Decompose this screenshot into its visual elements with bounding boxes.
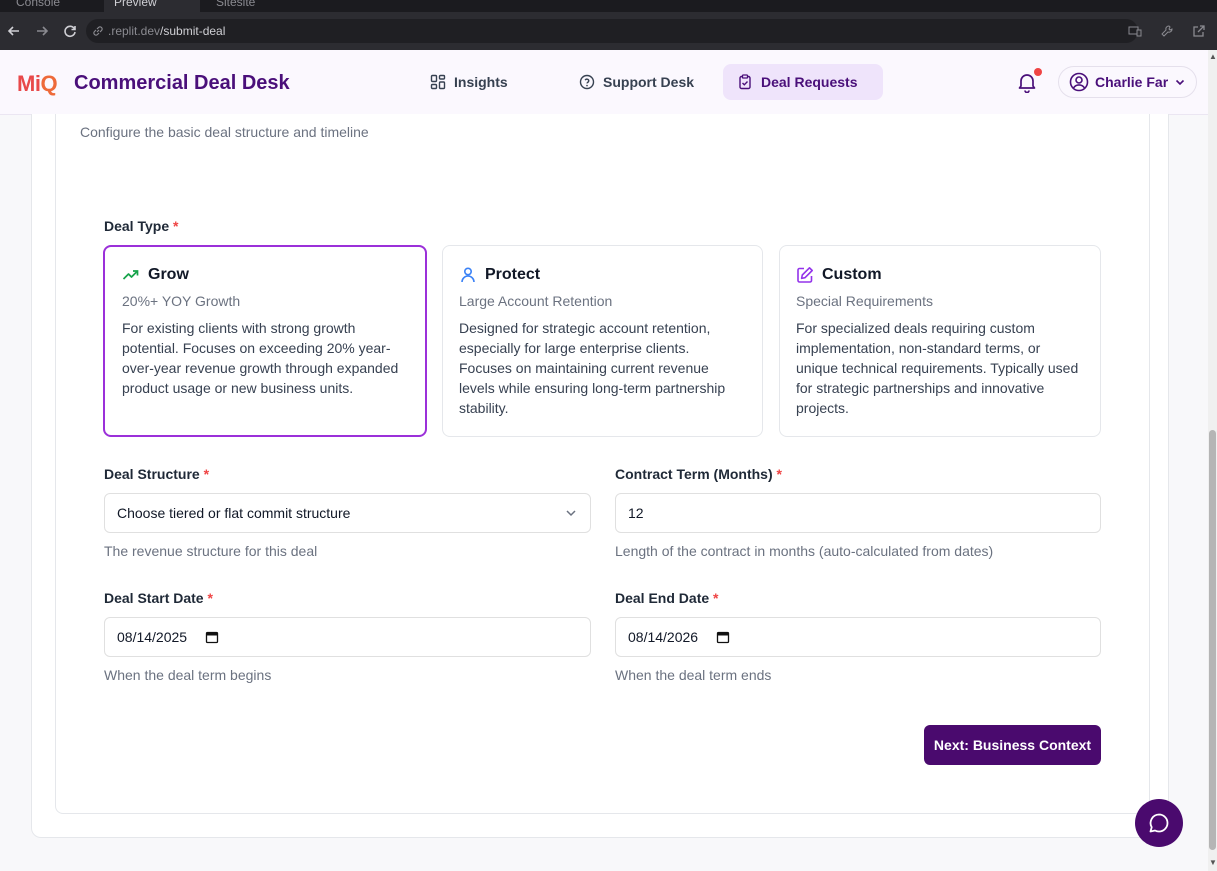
deal-type-card-protect[interactable]: Protect Large Account Retention Designed… xyxy=(442,245,763,437)
contract-term-hint: Length of the contract in months (auto-c… xyxy=(615,543,994,559)
deal-type-label: Deal Type * xyxy=(104,218,179,234)
nav-insights[interactable]: Insights xyxy=(416,64,522,100)
card-subtitle: 20%+ YOY Growth xyxy=(122,293,241,309)
page-scrollbar[interactable]: ▲ ▼ xyxy=(1208,50,1217,871)
scroll-down-arrow-icon[interactable]: ▼ xyxy=(1209,858,1217,867)
card-description: For existing clients with strong growth … xyxy=(122,320,399,396)
trending-up-icon xyxy=(122,270,139,280)
chat-button[interactable] xyxy=(1135,799,1183,847)
app-title: Commercial Deal Desk xyxy=(74,72,290,94)
card-title: Custom xyxy=(822,266,882,283)
scroll-up-arrow-icon[interactable]: ▲ xyxy=(1209,52,1217,61)
app-header: MiQ Commercial Deal Desk Insights Suppor… xyxy=(0,50,1208,115)
browser-tabstrip: Console Preview Sitesite xyxy=(0,0,1217,12)
card-subtitle: Large Account Retention xyxy=(459,293,613,309)
card-title: Grow xyxy=(148,266,189,283)
deal-structure-hint: The revenue structure for this deal xyxy=(104,543,318,559)
nav-support-desk[interactable]: Support Desk xyxy=(565,64,708,100)
browser-tab[interactable]: Sitesite xyxy=(206,0,265,12)
start-date-input[interactable]: 08/14/2025 xyxy=(104,617,591,657)
deal-type-card-grow[interactable]: Grow 20%+ YOY Growth For existing client… xyxy=(103,245,427,437)
edit-icon xyxy=(797,267,813,283)
deal-type-card-custom[interactable]: Custom Special Requirements For speciali… xyxy=(779,245,1101,437)
forward-icon[interactable] xyxy=(28,17,56,45)
devices-icon[interactable] xyxy=(1121,17,1149,45)
form-card xyxy=(55,114,1150,814)
browser-actions xyxy=(1121,12,1217,50)
contract-term-input[interactable]: 12 xyxy=(615,493,1101,533)
reload-icon[interactable] xyxy=(56,17,84,45)
deal-structure-label: Deal Structure * xyxy=(104,466,210,482)
address-bar: .replit.dev/submit-deal xyxy=(0,12,1217,50)
clipboard-icon xyxy=(739,74,751,90)
help-circle-icon xyxy=(579,74,595,90)
card-description: For specialized deals requiring custom i… xyxy=(796,320,1079,416)
calendar-icon[interactable] xyxy=(716,630,730,644)
nav-deal-requests[interactable]: Deal Requests xyxy=(723,64,883,100)
chat-bubble-icon xyxy=(1149,813,1169,833)
card-subtitle: Special Requirements xyxy=(796,293,933,309)
external-link-icon[interactable] xyxy=(1185,17,1213,45)
browser-tab[interactable]: Console xyxy=(6,0,70,12)
link-icon xyxy=(93,26,103,36)
notification-badge xyxy=(1034,68,1042,76)
start-date-hint: When the deal term begins xyxy=(104,667,272,683)
end-date-input[interactable]: 08/14/2026 xyxy=(615,617,1101,657)
user-menu-button[interactable]: Charlie Far xyxy=(1058,66,1198,98)
chevron-down-icon xyxy=(566,510,576,517)
end-date-hint: When the deal term ends xyxy=(615,667,772,683)
user-icon xyxy=(461,267,475,283)
user-circle-icon xyxy=(1069,72,1089,92)
scrollbar-thumb[interactable] xyxy=(1209,430,1216,850)
wrench-icon[interactable] xyxy=(1153,17,1181,45)
end-date-label: Deal End Date * xyxy=(615,590,719,606)
back-icon[interactable] xyxy=(0,17,28,45)
section-subtitle: Configure the basic deal structure and t… xyxy=(80,124,369,140)
grid-icon xyxy=(430,74,446,90)
card-description: Designed for strategic account retention… xyxy=(459,320,726,416)
url-field[interactable]: .replit.dev/submit-deal xyxy=(86,19,1138,43)
miq-logo[interactable]: MiQ xyxy=(17,71,58,97)
deal-structure-select[interactable]: Choose tiered or flat commit structure xyxy=(104,493,591,533)
start-date-label: Deal Start Date * xyxy=(104,590,213,606)
card-title: Protect xyxy=(485,266,541,283)
calendar-icon[interactable] xyxy=(205,630,219,644)
chevron-down-icon xyxy=(1176,79,1185,86)
browser-tab-active[interactable]: Preview xyxy=(104,0,200,12)
contract-term-label: Contract Term (Months) * xyxy=(615,466,782,482)
next-business-context-button[interactable]: Next: Business Context xyxy=(924,725,1101,765)
